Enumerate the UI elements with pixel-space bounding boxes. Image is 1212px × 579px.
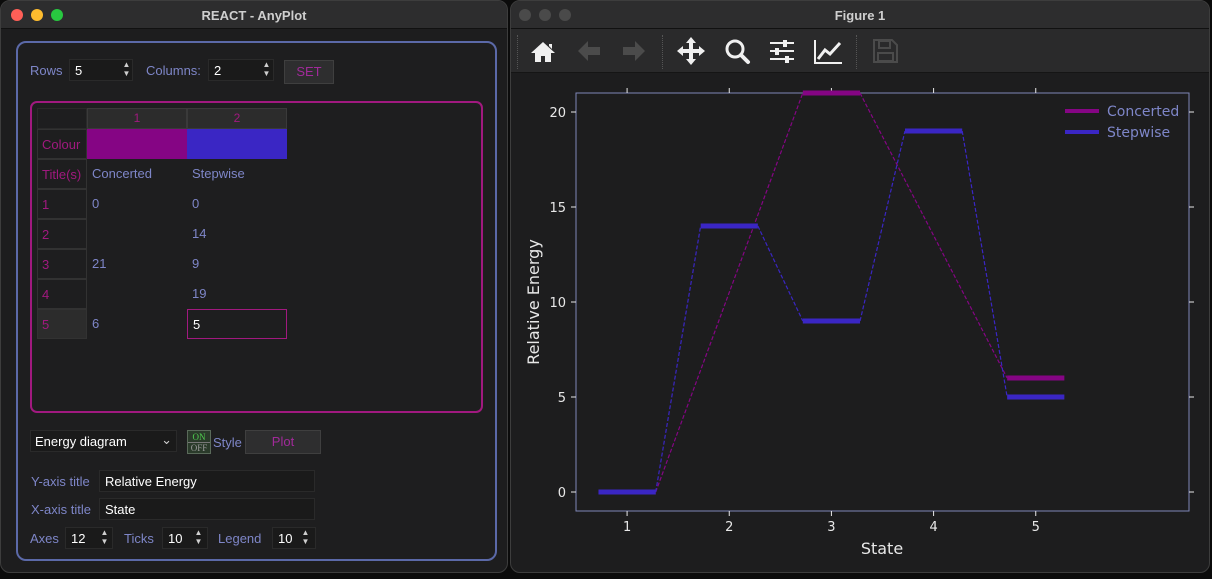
x-tick-label: 5 [1032,520,1040,535]
axis-ticks: 1 2 3 4 5 0 5 10 15 20 [549,88,1194,535]
rows-label: Rows [30,63,63,78]
y-tick-label: 15 [549,201,566,216]
concerted-connector [859,92,1008,379]
stepwise-connector [757,225,804,322]
style-toggle-on: ON [192,432,206,442]
ticks-size-stepper[interactable]: ▲ ▼ [192,528,205,548]
back-arrow-icon[interactable] [572,35,606,67]
rows-stepper[interactable]: ▲ ▼ [120,60,133,80]
y-axis-label: Relative Energy [524,239,543,365]
anyplot-window: REACT - AnyPlot Rows 5 ▲ ▼ Columns: 2 ▲ ▼ … [0,0,508,573]
row-header-3[interactable]: 3 [37,249,87,279]
colour-row-header: Colour [37,129,87,159]
columns-label: Columns: [146,63,201,78]
y-axis-title-label: Y-axis title [31,474,90,489]
table-cell[interactable]: 9 [187,249,287,279]
x-axis-title-input[interactable]: State [99,498,315,520]
legend-size-label: Legend [218,531,262,546]
titles-row-header: Title(s) [37,159,87,189]
y-axis-title-input[interactable]: Relative Energy [99,470,315,492]
colour-swatch-stepwise[interactable] [187,129,287,159]
plot-type-select[interactable]: Energy diagram ⌄ [30,430,177,452]
table-cell[interactable]: 19 [187,279,287,309]
plot-area [575,92,1190,512]
title-cell-1[interactable]: Concerted [87,159,187,189]
row-header-1[interactable]: 1 [37,189,87,219]
column-header-1[interactable]: 1 [87,108,187,129]
x-tick-label: 3 [827,520,835,535]
right-titlebar: Figure 1 [511,1,1209,29]
chevron-down-icon: ⌄ [161,432,172,447]
table-cell[interactable] [87,219,187,249]
x-tick-label: 4 [929,520,937,535]
window-title: REACT - AnyPlot [201,8,307,23]
table-cell-editing[interactable]: 5 [187,309,287,339]
concerted-connector [655,92,804,493]
plot-type-value: Energy diagram [35,434,127,449]
legend-size-stepper[interactable]: ▲ ▼ [299,528,312,548]
row-header-4[interactable]: 4 [37,279,87,309]
axes-size-label: Axes [30,531,59,546]
table-cell[interactable] [87,279,187,309]
y-tick-label: 20 [549,106,566,121]
column-header-2[interactable]: 2 [187,108,287,129]
table-cell[interactable]: 0 [187,189,287,219]
plot-button[interactable]: Plot [245,430,321,454]
legend-label: Concerted [1107,104,1179,120]
series-group [598,90,1065,495]
y-tick-label: 0 [558,486,566,501]
toolbar-separator [662,35,663,69]
set-button[interactable]: SET [284,60,334,84]
y-tick-label: 10 [549,296,566,311]
toolbar-separator [517,35,518,69]
table-cell[interactable]: 14 [187,219,287,249]
row-header-5[interactable]: 5 [37,309,87,339]
chart-legend: Concerted Stepwise [1065,104,1179,141]
stepwise-connector [961,130,1008,398]
y-tick-label: 5 [558,391,566,406]
colour-swatch-concerted[interactable] [87,129,187,159]
customize-lines-icon[interactable] [811,35,845,67]
left-titlebar: REACT - AnyPlot [1,1,507,29]
style-toggle[interactable]: ON OFF [187,430,211,454]
stepwise-connector [859,130,906,322]
columns-stepper[interactable]: ▲ ▼ [260,60,273,80]
forward-arrow-icon[interactable] [617,35,651,67]
x-axis-title-label: X-axis title [31,502,91,517]
x-axis-label: State [861,539,903,558]
subplots-sliders-icon[interactable] [765,35,799,67]
table-cell[interactable]: 0 [87,189,187,219]
stepwise-connector [655,225,702,493]
axes-size-stepper[interactable]: ▲ ▼ [98,528,111,548]
table-corner [37,108,87,129]
save-disk-icon[interactable] [868,35,902,67]
title-cell-2[interactable]: Stepwise [187,159,287,189]
pan-move-icon[interactable] [674,35,708,67]
ticks-size-label: Ticks [124,531,154,546]
figure-title: Figure 1 [834,8,886,23]
figure-toolbar [511,29,1209,73]
home-icon[interactable] [526,35,560,67]
zoom-magnifier-icon[interactable] [720,35,754,67]
x-tick-label: 2 [725,520,733,535]
style-toggle-off: OFF [188,442,210,453]
x-tick-label: 1 [623,520,631,535]
legend-label: Stepwise [1107,125,1170,141]
figure-window: Figure 1 1 2 3 4 5 0 5 10 15 20 Relative… [510,0,1210,573]
row-header-2[interactable]: 2 [37,219,87,249]
table-cell[interactable]: 21 [87,249,187,279]
energy-diagram-chart: 1 2 3 4 5 0 5 10 15 20 Relative Energy State Conc… [524,88,1194,558]
style-label: Style [213,435,242,450]
toolbar-separator [856,35,857,69]
table-cell[interactable]: 6 [87,309,187,339]
